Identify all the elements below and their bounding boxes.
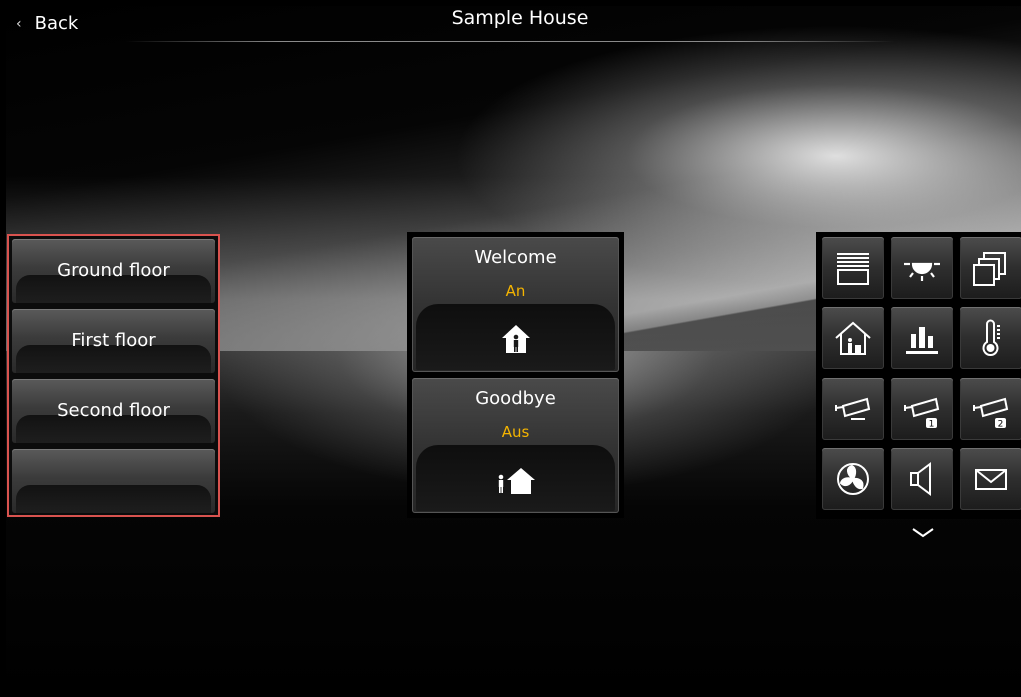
floor-item-empty[interactable] xyxy=(12,449,215,513)
chevron-down-icon[interactable] xyxy=(911,526,935,540)
scene-state: Aus xyxy=(501,423,530,441)
scene-state: An xyxy=(505,282,526,300)
top-bar: ‹ Back Sample House xyxy=(0,0,1021,44)
blinds-icon xyxy=(837,253,869,285)
audio-button[interactable] xyxy=(891,448,953,510)
camera-2-button[interactable]: 2 xyxy=(960,378,1021,440)
scene-welcome-button[interactable]: Welcome An xyxy=(412,237,619,372)
function-grid: 1 2 xyxy=(816,232,1021,519)
svg-text:1: 1 xyxy=(929,420,935,430)
scene-goodbye-button[interactable]: Goodbye Aus xyxy=(412,378,619,513)
messages-button[interactable] xyxy=(960,448,1021,510)
presence-button[interactable] xyxy=(822,307,884,369)
scene-panel: Welcome An Goodbye Aus xyxy=(407,232,624,518)
person-leaving-house-icon xyxy=(498,468,535,494)
camera-1-icon: 1 xyxy=(904,397,940,430)
floor-label: Ground floor xyxy=(57,260,170,281)
scene-icon-area xyxy=(416,445,615,511)
title-divider xyxy=(125,41,895,42)
light-icon xyxy=(904,262,940,281)
fan-button[interactable] xyxy=(822,448,884,510)
svg-text:2: 2 xyxy=(998,420,1004,430)
bar-chart-icon xyxy=(906,327,938,354)
temperature-button[interactable] xyxy=(960,307,1021,369)
mail-icon xyxy=(975,469,1007,490)
camera-icon xyxy=(835,397,871,420)
thermometer-icon xyxy=(982,319,1000,356)
speaker-icon xyxy=(910,462,931,496)
page-title: Sample House xyxy=(451,7,589,29)
floor-label: First floor xyxy=(71,330,156,351)
scene-name: Welcome xyxy=(474,247,557,268)
camera-2-icon: 2 xyxy=(973,397,1009,430)
blinds-button[interactable] xyxy=(822,237,884,299)
fan-icon xyxy=(837,463,869,495)
light-button[interactable] xyxy=(891,237,953,299)
camera-1-button[interactable]: 1 xyxy=(891,378,953,440)
floor-item-first[interactable]: First floor xyxy=(12,309,215,373)
statistics-button[interactable] xyxy=(891,307,953,369)
person-in-house-icon xyxy=(501,325,530,353)
house-presence-icon xyxy=(835,321,871,355)
scene-icon-area xyxy=(416,304,615,370)
camera-button[interactable] xyxy=(822,378,884,440)
multi-window-icon xyxy=(973,252,1006,286)
floor-label: Second floor xyxy=(57,400,170,421)
windows-button[interactable] xyxy=(960,237,1021,299)
floor-item-ground[interactable]: Ground floor xyxy=(12,239,215,303)
floor-item-second[interactable]: Second floor xyxy=(12,379,215,443)
floor-list: Ground floor First floor Second floor xyxy=(7,234,220,517)
scene-name: Goodbye xyxy=(475,388,556,409)
